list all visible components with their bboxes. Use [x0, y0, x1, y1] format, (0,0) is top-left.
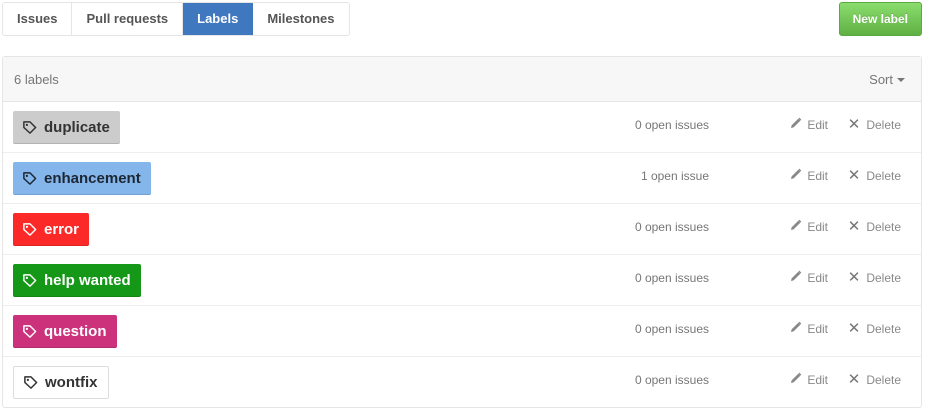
open-issues-link[interactable]: 0 open issues — [635, 373, 709, 387]
close-icon: ✕ — [847, 269, 861, 286]
edit-button[interactable]: Edit — [790, 321, 828, 336]
tab-pull-requests[interactable]: Pull requests — [72, 3, 184, 35]
delete-label: Delete — [866, 373, 901, 387]
label-row: wontfix 0 open issues Edit ✕ Delete — [3, 357, 921, 408]
label-count: 6 labels — [14, 72, 59, 87]
delete-label: Delete — [866, 271, 901, 285]
edit-button[interactable]: Edit — [790, 372, 828, 387]
edit-button[interactable]: Edit — [790, 117, 828, 132]
edit-label: Edit — [807, 372, 828, 387]
tab-labels[interactable]: Labels — [183, 3, 254, 35]
tag-icon — [22, 120, 37, 135]
delete-button[interactable]: ✕ Delete — [847, 116, 901, 133]
close-icon: ✕ — [847, 371, 861, 388]
tag-icon — [23, 375, 38, 390]
delete-button[interactable]: ✕ Delete — [847, 320, 901, 337]
label-row: error 0 open issues Edit ✕ Delete — [3, 204, 921, 255]
open-issues-link[interactable]: 0 open issues — [635, 118, 709, 132]
label-row: duplicate 0 open issues Edit ✕ Delete — [3, 102, 921, 153]
edit-button[interactable]: Edit — [790, 219, 828, 234]
open-issues-link[interactable]: 1 open issue — [641, 169, 709, 183]
label-list: duplicate 0 open issues Edit ✕ Delete enh… — [3, 102, 921, 408]
delete-label: Delete — [866, 322, 901, 336]
label-row: question 0 open issues Edit ✕ Delete — [3, 306, 921, 357]
new-label-button[interactable]: New label — [838, 2, 922, 36]
delete-label: Delete — [866, 220, 901, 234]
pencil-icon — [790, 372, 807, 387]
close-icon: ✕ — [847, 116, 861, 133]
label-name: wontfix — [45, 374, 98, 391]
label-name: duplicate — [44, 119, 110, 136]
edit-button[interactable]: Edit — [790, 168, 828, 183]
sort-label: Sort — [869, 72, 893, 87]
label-badge[interactable]: enhancement — [13, 162, 151, 195]
label-badge[interactable]: wontfix — [13, 366, 109, 399]
edit-label: Edit — [807, 270, 828, 285]
label-row: enhancement 1 open issue Edit ✕ Delete — [3, 153, 921, 204]
pencil-icon — [790, 168, 807, 183]
tag-icon — [22, 222, 37, 237]
close-icon: ✕ — [847, 167, 861, 184]
delete-button[interactable]: ✕ Delete — [847, 218, 901, 235]
label-badge[interactable]: help wanted — [13, 264, 141, 297]
tab-milestones[interactable]: Milestones — [253, 3, 349, 35]
delete-label: Delete — [866, 118, 901, 132]
sort-dropdown[interactable]: Sort — [869, 72, 905, 87]
tag-icon — [22, 273, 37, 288]
label-badge[interactable]: error — [13, 213, 90, 246]
pencil-icon — [790, 219, 807, 234]
delete-button[interactable]: ✕ Delete — [847, 167, 901, 184]
labels-table: 6 labels Sort duplicate 0 open issues Ed… — [2, 56, 922, 408]
open-issues-link[interactable]: 0 open issues — [635, 220, 709, 234]
tag-icon — [22, 324, 37, 339]
edit-label: Edit — [807, 117, 828, 132]
pencil-icon — [790, 117, 807, 132]
table-header: 6 labels Sort — [3, 57, 921, 102]
label-badge[interactable]: question — [13, 315, 117, 348]
tag-icon — [22, 171, 37, 186]
delete-button[interactable]: ✕ Delete — [847, 269, 901, 286]
delete-label: Delete — [866, 169, 901, 183]
edit-label: Edit — [807, 219, 828, 234]
edit-button[interactable]: Edit — [790, 270, 828, 285]
label-name: help wanted — [44, 272, 131, 289]
close-icon: ✕ — [847, 320, 861, 337]
delete-button[interactable]: ✕ Delete — [847, 371, 901, 388]
edit-label: Edit — [807, 321, 828, 336]
labels-subnav: Issues Pull requests Labels Milestones — [2, 2, 350, 36]
edit-label: Edit — [807, 168, 828, 183]
tab-issues[interactable]: Issues — [3, 3, 73, 35]
open-issues-link[interactable]: 0 open issues — [635, 271, 709, 285]
pencil-icon — [790, 270, 807, 285]
close-icon: ✕ — [847, 218, 861, 235]
label-row: help wanted 0 open issues Edit ✕ Delete — [3, 255, 921, 306]
label-name: error — [44, 221, 80, 238]
label-name: question — [44, 323, 107, 340]
label-badge[interactable]: duplicate — [13, 111, 120, 144]
label-name: enhancement — [44, 170, 141, 187]
open-issues-link[interactable]: 0 open issues — [635, 322, 709, 336]
pencil-icon — [790, 321, 807, 336]
caret-down-icon — [897, 77, 905, 82]
